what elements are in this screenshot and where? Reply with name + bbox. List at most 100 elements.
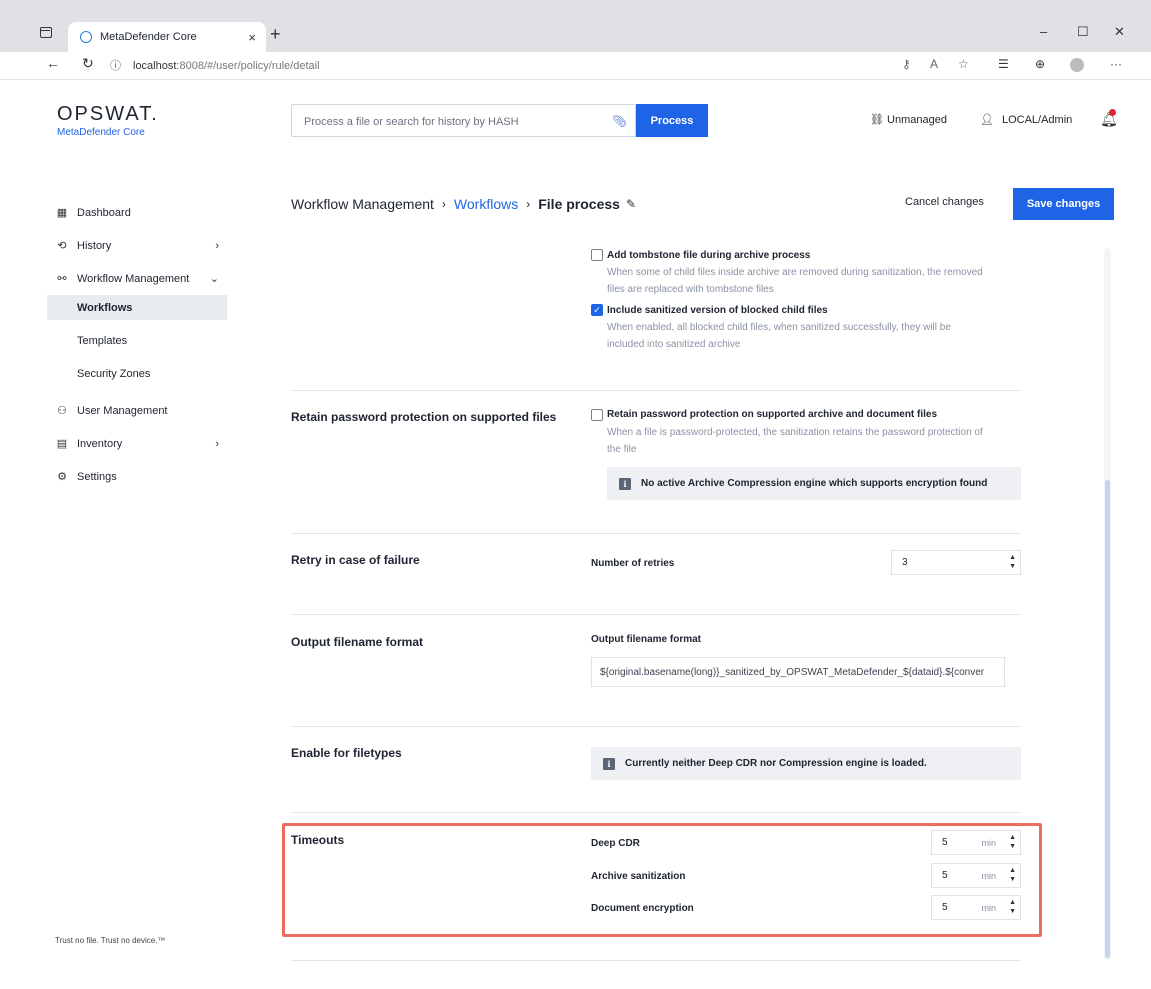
user-menu[interactable]: 👤︎ LOCAL/Admin <box>980 113 1072 126</box>
output-format-input[interactable]: ${original.basename(long)}_sanitized_by_… <box>591 657 1005 687</box>
retry-section-label: Retry in case of failure <box>291 553 420 567</box>
divider <box>291 812 1021 813</box>
tab-actions-icon[interactable] <box>40 27 52 38</box>
timeouts-highlight-box <box>282 823 1042 937</box>
include-sanitized-description-1: When enabled, all blocked child files, w… <box>607 322 951 333</box>
unlink-icon: ⛓︎ <box>870 114 884 126</box>
output-format-section-label: Output filename format <box>291 635 424 649</box>
url-host: localhost <box>133 60 177 72</box>
include-sanitized-label: Include sanitized version of blocked chi… <box>607 305 828 316</box>
site-info-icon[interactable]: ⓘ <box>110 60 121 72</box>
chevron-right-icon: › <box>215 437 219 450</box>
tombstone-description-1: When some of child files inside archive … <box>607 267 983 278</box>
notification-badge <box>1109 109 1116 116</box>
encryption-notice: i No active Archive Compression engine wh… <box>607 467 1021 500</box>
maximize-icon[interactable]: ☐ <box>1077 24 1089 40</box>
cancel-changes-button[interactable]: Cancel changes <box>905 196 984 208</box>
profile-icon[interactable] <box>1070 58 1084 72</box>
sidebar-item-label: Workflow Management <box>77 272 190 285</box>
more-icon[interactable]: ··· <box>1110 57 1122 71</box>
unmanaged-link[interactable]: ⛓︎ Unmanaged <box>870 113 947 126</box>
workflow-icon: ⚯ <box>57 273 67 285</box>
unmanaged-label: Unmanaged <box>887 114 947 126</box>
sidebar-item-dashboard[interactable]: ▦ Dashboard <box>47 196 227 229</box>
sidebar: ▦ Dashboard ⟲ History › ⚯ Workflow Managemen… <box>47 196 227 493</box>
brand[interactable]: OPSWAT. MetaDefender Core <box>57 103 159 138</box>
favorites-icon[interactable]: ☰ <box>998 57 1009 71</box>
window-close-icon[interactable]: ✕ <box>1114 24 1125 40</box>
sidebar-item-label: History <box>77 239 112 252</box>
tombstone-checkbox[interactable] <box>591 249 603 261</box>
retries-stepper[interactable]: 3 ▲ ▼ <box>891 550 1021 575</box>
notification-bell-icon[interactable]: 🔔︎ <box>1100 109 1118 128</box>
sidebar-item-label: Inventory <box>77 437 123 450</box>
sidebar-subitem-workflows[interactable]: Workflows <box>47 295 227 320</box>
include-sanitized-description-2: included into sanitized archive <box>607 339 741 350</box>
url-field[interactable]: ⓘ localhost:8008/#/user/policy/rule/detai… <box>110 55 910 77</box>
encryption-notice-text: No active Archive Compression engine whi… <box>641 478 988 489</box>
sidebar-subitem-templates[interactable]: Templates <box>47 328 227 353</box>
user-icon: 👤︎ <box>980 114 994 126</box>
divider <box>291 960 1021 961</box>
output-format-label: Output filename format <box>591 634 702 645</box>
opswat-logo: OPSWAT. <box>57 103 159 125</box>
spinner-icon[interactable]: ▲ ▼ <box>1009 553 1016 571</box>
reload-icon[interactable]: ↻ <box>82 55 94 72</box>
info-icon: i <box>603 757 615 770</box>
retain-password-label: Retain password protection on supported … <box>607 409 938 420</box>
breadcrumb-workflows-link[interactable]: Workflows <box>454 196 518 212</box>
page-title: File process <box>538 196 620 212</box>
tombstone-description-2: files are replaced with tombstone files <box>607 284 774 295</box>
retries-value: 3 <box>902 557 908 568</box>
paperclip-icon[interactable]: 📎︎ <box>612 114 627 128</box>
collections-icon[interactable]: ⊕ <box>1035 57 1045 71</box>
sidebar-item-history[interactable]: ⟲ History › <box>47 229 227 262</box>
filetypes-section-label: Enable for filetypes <box>291 746 402 760</box>
scrollbar-thumb[interactable] <box>1105 480 1110 958</box>
dashboard-icon: ▦ <box>56 207 68 219</box>
include-sanitized-checkbox[interactable]: ✓ <box>591 304 603 316</box>
minimize-icon[interactable]: – <box>1040 24 1047 39</box>
sidebar-item-workflow-management[interactable]: ⚯ Workflow Management ⌄ <box>47 262 227 295</box>
retain-password-section-label: Retain password protection on supported … <box>291 410 557 424</box>
divider <box>291 533 1021 534</box>
chevron-right-icon: › <box>526 197 531 211</box>
search-input[interactable]: Process a file or search for history by … <box>291 104 636 137</box>
gear-icon: ⚙ <box>57 471 67 483</box>
filetypes-notice: i Currently neither Deep CDR nor Compress… <box>591 747 1021 780</box>
chevron-right-icon: › <box>441 197 446 211</box>
close-tab-icon[interactable]: × <box>248 30 256 45</box>
sidebar-item-label: Settings <box>77 470 117 483</box>
browser-tab-strip: MetaDefender Core × + – ☐ ✕ <box>0 0 1151 52</box>
read-aloud-icon[interactable]: A <box>930 57 938 71</box>
retries-label: Number of retries <box>591 558 675 569</box>
save-changes-button[interactable]: Save changes <box>1013 188 1114 220</box>
browser-tab[interactable]: MetaDefender Core × <box>68 22 266 52</box>
history-icon: ⟲ <box>57 240 67 252</box>
sidebar-item-label: User Management <box>77 404 168 417</box>
process-button[interactable]: Process <box>636 104 708 137</box>
divider <box>291 390 1021 391</box>
sidebar-item-settings[interactable]: ⚙ Settings <box>47 460 227 493</box>
breadcrumb-root: Workflow Management <box>291 196 434 212</box>
sidebar-item-label: Dashboard <box>77 206 131 219</box>
chevron-right-icon: › <box>215 239 219 252</box>
edit-icon[interactable]: ✎ <box>626 197 636 211</box>
breadcrumb: Workflow Management › Workflows › File p… <box>291 196 636 212</box>
tagline: Trust no file. Trust no device.™ <box>55 936 166 945</box>
sidebar-subitem-security-zones[interactable]: Security Zones <box>47 361 227 386</box>
sidebar-item-user-management[interactable]: ⚇ User Management <box>47 394 227 427</box>
new-tab-button[interactable]: + <box>270 24 281 45</box>
divider <box>291 614 1021 615</box>
back-icon[interactable]: ← <box>46 55 60 71</box>
retain-password-description-1: When a file is password-protected, the s… <box>607 427 983 438</box>
sidebar-item-inventory[interactable]: ▤ Inventory › <box>47 427 227 460</box>
filetypes-notice-text: Currently neither Deep CDR nor Compressi… <box>625 758 927 769</box>
loading-icon <box>80 31 92 43</box>
tab-title: MetaDefender Core <box>100 31 197 43</box>
retain-password-checkbox[interactable] <box>591 409 603 421</box>
divider <box>291 726 1021 727</box>
inventory-icon: ▤ <box>56 438 68 450</box>
favorite-icon[interactable]: ☆ <box>958 57 969 71</box>
info-icon: i <box>619 477 631 490</box>
